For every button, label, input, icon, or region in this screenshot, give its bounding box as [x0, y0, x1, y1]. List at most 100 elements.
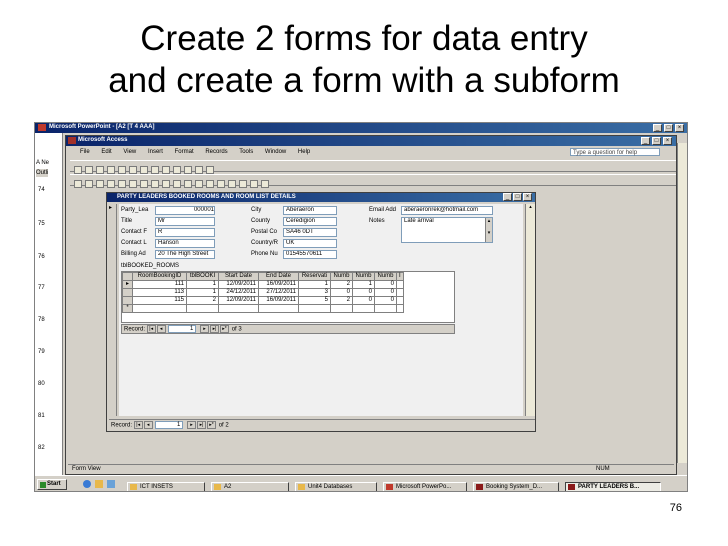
- column-header[interactable]: End Date: [258, 272, 299, 281]
- form-last-record-button[interactable]: ▸|: [197, 421, 207, 429]
- table-cell[interactable]: 0: [374, 296, 397, 305]
- row-selector[interactable]: [122, 296, 133, 305]
- powerpoint-minimize-button[interactable]: _: [653, 124, 662, 132]
- column-header[interactable]: Reservati: [298, 272, 331, 281]
- sort-descending-icon[interactable]: [184, 179, 192, 188]
- taskbar-item[interactable]: ICT INSETS: [127, 482, 205, 491]
- taskbar-item[interactable]: Microsoft PowerPo...: [383, 482, 467, 491]
- print-icon[interactable]: [96, 179, 104, 188]
- align-right-icon[interactable]: [162, 165, 170, 174]
- table-cell[interactable]: 3: [298, 288, 331, 297]
- menu-view[interactable]: View: [123, 149, 136, 155]
- table-cell[interactable]: [298, 304, 331, 313]
- menu-tools[interactable]: Tools: [239, 149, 253, 155]
- table-cell[interactable]: [396, 304, 404, 313]
- table-cell[interactable]: 1: [186, 288, 219, 297]
- column-header[interactable]: Start Date: [218, 272, 259, 281]
- table-cell[interactable]: [132, 304, 187, 313]
- find-icon[interactable]: [206, 179, 214, 188]
- help-icon[interactable]: [261, 179, 269, 188]
- powerpoint-vertical-scrollbar[interactable]: [677, 143, 687, 463]
- cut-icon[interactable]: [129, 179, 137, 188]
- table-cell[interactable]: 27/12/2011: [258, 288, 299, 297]
- subform-last-record-button[interactable]: ▸|: [210, 325, 220, 333]
- table-cell[interactable]: 16/09/2011: [258, 296, 299, 305]
- taskbar-item[interactable]: Booking System_D...: [473, 482, 559, 491]
- bold-icon[interactable]: [107, 165, 115, 174]
- city-field[interactable]: Aberaeron: [283, 206, 337, 215]
- taskbar-item-active[interactable]: PARTY LEADERS B...: [565, 482, 661, 491]
- table-cell[interactable]: [352, 304, 375, 313]
- record-selector[interactable]: ▸: [109, 204, 117, 416]
- table-cell[interactable]: 115: [132, 296, 187, 305]
- row-selector[interactable]: [122, 288, 133, 297]
- slide-number-78[interactable]: 78: [38, 317, 45, 323]
- billing-address-field[interactable]: 20 The High Street: [155, 250, 215, 259]
- show-desktop-icon[interactable]: [107, 480, 115, 488]
- column-header[interactable]: Numb: [374, 272, 397, 281]
- access-minimize-button[interactable]: _: [641, 137, 650, 145]
- table-cell[interactable]: 0: [352, 296, 375, 305]
- border-icon[interactable]: [206, 165, 214, 174]
- column-header[interactable]: Numb: [352, 272, 375, 281]
- party-lead-field[interactable]: 000001: [155, 206, 215, 215]
- slide-number-76[interactable]: 76: [38, 254, 45, 260]
- table-cell[interactable]: 12/09/2011: [218, 280, 259, 289]
- powerpoint-restore-button[interactable]: □: [664, 124, 673, 132]
- table-cell[interactable]: 12/09/2011: [218, 296, 259, 305]
- column-header[interactable]: tblBOOKI: [186, 272, 219, 281]
- slide-number-77[interactable]: 77: [38, 285, 45, 291]
- table-row[interactable]: 115 2 12/09/2011 16/09/2011 5 2 0 0: [122, 296, 404, 305]
- font-name-icon[interactable]: [85, 165, 93, 174]
- menu-records[interactable]: Records: [205, 149, 227, 155]
- postal-code-field[interactable]: SA46 0DT: [283, 228, 337, 237]
- access-close-button[interactable]: ×: [663, 137, 672, 145]
- row-selector[interactable]: ▸: [122, 280, 133, 289]
- form-previous-record-button[interactable]: ◂: [143, 421, 153, 429]
- table-cell[interactable]: 2: [330, 280, 353, 289]
- table-cell[interactable]: 16/09/2011: [258, 280, 299, 289]
- menu-edit[interactable]: Edit: [101, 149, 111, 155]
- subform-record-number-input[interactable]: 1: [168, 325, 197, 333]
- table-cell[interactable]: 5: [298, 296, 331, 305]
- contact-last-field[interactable]: Hanson: [155, 239, 215, 248]
- table-cell[interactable]: [396, 280, 404, 289]
- copy-icon[interactable]: [140, 179, 148, 188]
- table-cell[interactable]: [330, 304, 353, 313]
- sort-ascending-icon[interactable]: [173, 179, 181, 188]
- table-cell[interactable]: [396, 288, 404, 297]
- notes-scrollbar[interactable]: ▴ ▾: [485, 218, 492, 242]
- taskbar-item[interactable]: A2: [211, 482, 289, 491]
- country-field[interactable]: UK: [283, 239, 337, 248]
- database-window-icon[interactable]: [239, 179, 247, 188]
- table-cell[interactable]: 113: [132, 288, 187, 297]
- menu-format[interactable]: Format: [175, 149, 194, 155]
- align-left-icon[interactable]: [140, 165, 148, 174]
- table-row[interactable]: ▸ 111 1 12/09/2011 16/09/2011 1 2 1 0: [122, 280, 404, 289]
- form-minimize-button[interactable]: _: [503, 193, 512, 201]
- table-cell[interactable]: 24/12/2011: [218, 288, 259, 297]
- table-cell[interactable]: 1: [186, 280, 219, 289]
- table-cell[interactable]: 2: [330, 296, 353, 305]
- table-cell[interactable]: 2: [186, 296, 219, 305]
- county-field[interactable]: Ceredigion: [283, 217, 337, 226]
- form-next-record-button[interactable]: ▸: [187, 421, 197, 429]
- delete-record-icon[interactable]: [228, 179, 236, 188]
- contact-first-field[interactable]: R: [155, 228, 215, 237]
- line-color-icon[interactable]: [195, 165, 203, 174]
- table-cell[interactable]: 1: [352, 280, 375, 289]
- slide-number-74[interactable]: 74: [38, 187, 45, 193]
- slide-number-82[interactable]: 82: [38, 445, 45, 451]
- slide-number-79[interactable]: 79: [38, 349, 45, 355]
- form-first-record-button[interactable]: |◂: [133, 421, 143, 429]
- notes-field[interactable]: Late arrival: [401, 217, 493, 243]
- email-field[interactable]: aberaeronrek@hotmail.com: [401, 206, 493, 215]
- subform-next-record-button[interactable]: ▸: [200, 325, 210, 333]
- table-cell[interactable]: 0: [330, 288, 353, 297]
- subform-first-record-button[interactable]: |◂: [146, 325, 156, 333]
- subform-previous-record-button[interactable]: ◂: [156, 325, 166, 333]
- menu-window[interactable]: Window: [265, 149, 286, 155]
- object-selector-icon[interactable]: [74, 165, 82, 174]
- menu-file[interactable]: File: [80, 149, 90, 155]
- menu-insert[interactable]: Insert: [148, 149, 163, 155]
